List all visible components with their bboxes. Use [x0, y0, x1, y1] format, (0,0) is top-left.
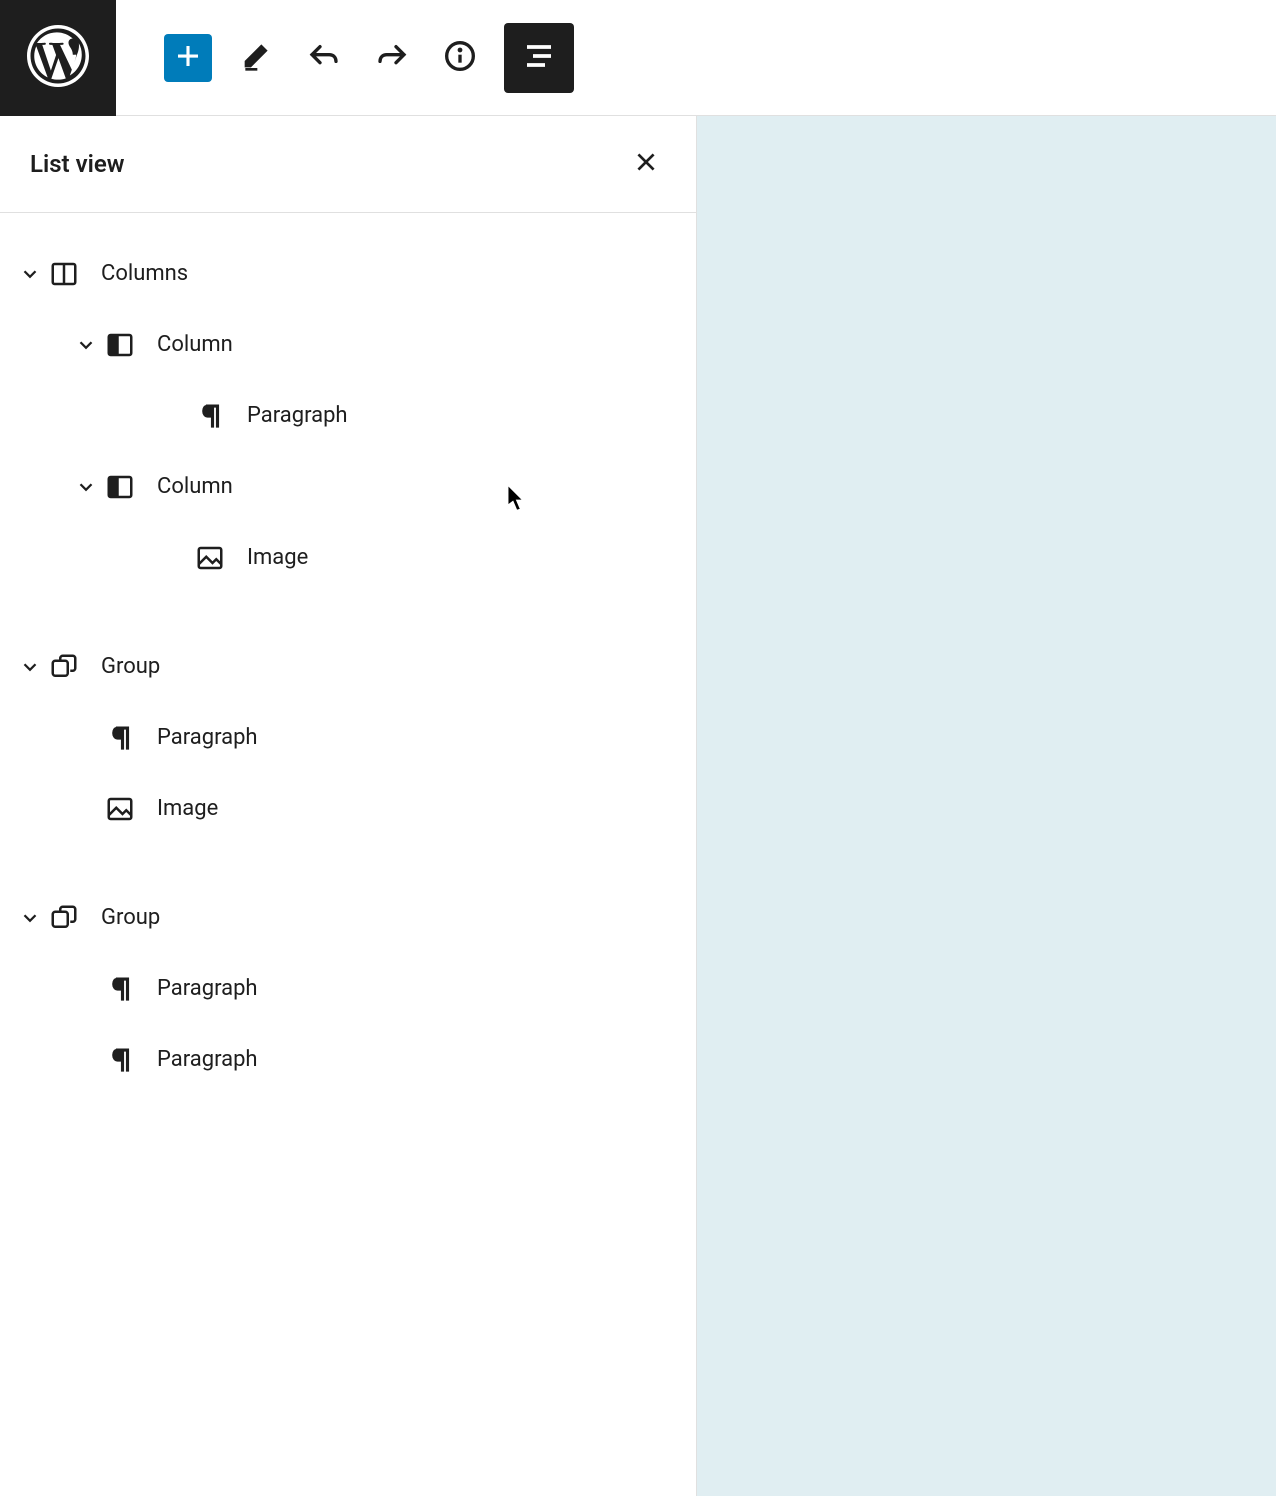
- chevron-down-icon[interactable]: [15, 656, 45, 678]
- undo-button[interactable]: [300, 34, 348, 82]
- panel-title: List view: [30, 150, 124, 178]
- tree-item-label: Image: [247, 545, 308, 570]
- tree-item-label: Column: [157, 474, 233, 499]
- column-icon: [101, 472, 139, 502]
- paragraph-icon: [101, 974, 139, 1004]
- tree-item-image[interactable]: Image: [0, 773, 696, 844]
- pencil-icon: [240, 40, 272, 76]
- chevron-down-icon[interactable]: [71, 476, 101, 498]
- tree-item-label: Paragraph: [247, 403, 348, 428]
- redo-button[interactable]: [368, 34, 416, 82]
- block-tree: Columns Column Paragraph Column: [0, 213, 696, 1158]
- tree-item-label: Paragraph: [157, 976, 258, 1001]
- editor-toolbar: [0, 0, 1276, 116]
- tree-item-label: Columns: [101, 261, 188, 286]
- chevron-down-icon[interactable]: [15, 263, 45, 285]
- tree-item-group[interactable]: Group: [0, 882, 696, 953]
- tree-item-label: Paragraph: [157, 1047, 258, 1072]
- tree-item-label: Image: [157, 796, 218, 821]
- undo-icon: [308, 40, 340, 76]
- list-view-icon: [521, 38, 557, 78]
- editor-canvas[interactable]: [697, 116, 1276, 1496]
- tree-item-label: Group: [101, 654, 160, 679]
- image-icon: [191, 543, 229, 573]
- paragraph-icon: [101, 723, 139, 753]
- image-icon: [101, 794, 139, 824]
- tree-item-group[interactable]: Group: [0, 631, 696, 702]
- tree-item-column[interactable]: Column: [0, 451, 696, 522]
- group-icon: [45, 903, 83, 933]
- tree-item-label: Paragraph: [157, 725, 258, 750]
- columns-icon: [45, 259, 83, 289]
- edit-tool-button[interactable]: [232, 34, 280, 82]
- tree-item-label: Group: [101, 905, 160, 930]
- wordpress-logo-icon: [27, 25, 89, 91]
- tree-item-paragraph[interactable]: Paragraph: [0, 953, 696, 1024]
- tree-item-image[interactable]: Image: [0, 522, 696, 593]
- paragraph-icon: [101, 1045, 139, 1075]
- add-block-button[interactable]: [164, 34, 212, 82]
- tree-item-columns[interactable]: Columns: [0, 238, 696, 309]
- tree-item-paragraph[interactable]: Paragraph: [0, 702, 696, 773]
- list-view-button[interactable]: [504, 23, 574, 93]
- close-panel-button[interactable]: [626, 144, 666, 184]
- plus-icon: [173, 41, 203, 75]
- close-icon: [633, 149, 659, 179]
- tree-item-paragraph[interactable]: Paragraph: [0, 380, 696, 451]
- tree-item-paragraph[interactable]: Paragraph: [0, 1024, 696, 1095]
- chevron-down-icon[interactable]: [15, 907, 45, 929]
- tree-item-label: Column: [157, 332, 233, 357]
- paragraph-icon: [191, 401, 229, 431]
- column-icon: [101, 330, 139, 360]
- redo-icon: [376, 40, 408, 76]
- wordpress-logo-button[interactable]: [0, 0, 116, 116]
- group-icon: [45, 652, 83, 682]
- info-icon: [444, 40, 476, 76]
- details-button[interactable]: [436, 34, 484, 82]
- list-view-panel: List view Columns Column: [0, 116, 697, 1496]
- tree-item-column[interactable]: Column: [0, 309, 696, 380]
- chevron-down-icon[interactable]: [71, 334, 101, 356]
